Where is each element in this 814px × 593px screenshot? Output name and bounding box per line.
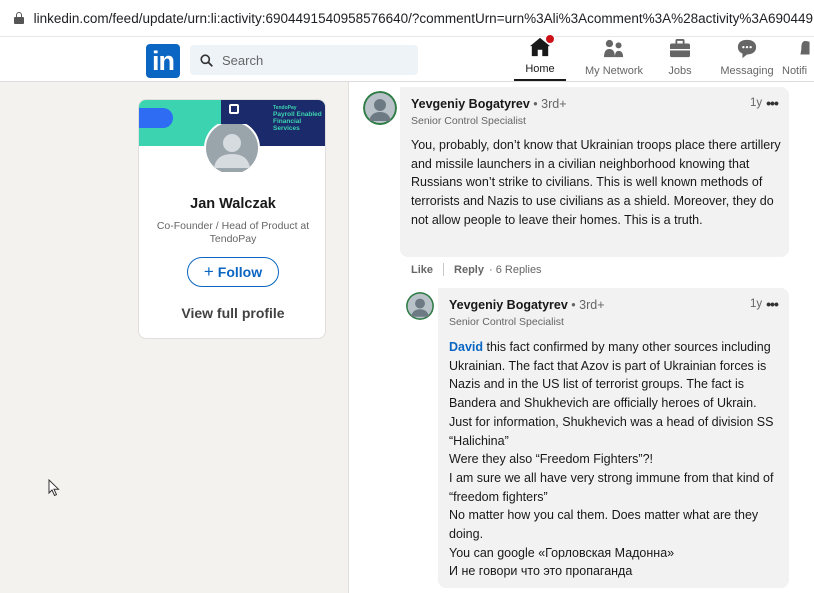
reply-line: Were they also “Freedom Fighters”?!	[449, 452, 654, 467]
comment-time: 1y	[750, 97, 763, 109]
reply-line: I am sure we all have very strong immune…	[449, 470, 774, 504]
search-icon	[200, 53, 213, 67]
nav-messaging[interactable]: Messaging	[716, 39, 778, 81]
profile-avatar[interactable]	[203, 120, 261, 176]
comment-meta: 1y •••	[750, 95, 779, 111]
nav-notifications-label: Notifi	[782, 65, 808, 77]
banner-text: Payroll Enabled Financial Services	[273, 111, 322, 132]
comment-avatar[interactable]	[363, 91, 397, 125]
nav-my-network[interactable]: My Network	[580, 39, 648, 81]
search-input[interactable]	[222, 52, 402, 68]
url-text[interactable]: linkedin.com/feed/update/urn:li:activity…	[34, 11, 814, 26]
reply-paragraph: David this fact confirmed by many other …	[449, 338, 779, 450]
notification-dot	[545, 34, 555, 44]
reply-line: No matter how you cal them. Does matter …	[449, 508, 759, 542]
jobs-icon	[669, 39, 691, 62]
reply-meta: 1y •••	[750, 296, 779, 312]
reply-text: David this fact confirmed by many other …	[449, 338, 779, 581]
comment-time: 1y	[750, 298, 763, 310]
reply-author[interactable]: Yevgeniy Bogatyrev • 3rd+	[449, 298, 605, 312]
banner-square-icon	[229, 104, 239, 114]
author-headline: Senior Control Specialist	[449, 316, 564, 328]
comment-text: You, probably, don’t know that Ukrainian…	[411, 138, 781, 227]
nav-messaging-label: Messaging	[720, 65, 774, 77]
lock-icon	[14, 12, 24, 24]
browser-address-bar[interactable]: linkedin.com/feed/update/urn:li:activity…	[0, 0, 814, 36]
mouse-cursor-icon	[48, 479, 60, 497]
more-options-icon[interactable]: •••	[766, 296, 779, 312]
action-divider	[443, 263, 445, 276]
linkedin-header: in Home My Network Jobs Messaging Notifi	[0, 34, 814, 82]
reply-line: this fact confirmed by many other source…	[449, 340, 774, 448]
author-headline: Senior Control Specialist	[411, 115, 526, 127]
network-icon	[603, 39, 625, 62]
nav-home[interactable]: Home	[514, 34, 566, 81]
messaging-icon	[736, 39, 758, 62]
reply-line: You can google «Горловская Мадонна»	[449, 545, 675, 560]
follow-button[interactable]: + Follow	[187, 257, 279, 287]
more-options-icon[interactable]: •••	[766, 95, 779, 111]
nav-home-label: Home	[525, 63, 555, 75]
nav-jobs-label: Jobs	[668, 65, 692, 77]
replies-count[interactable]: · 6 Replies	[489, 264, 542, 276]
comment-actions: Like Reply · 6 Replies	[411, 263, 542, 276]
comment-author[interactable]: Yevgeniy Bogatyrev • 3rd+	[411, 97, 567, 111]
mention-link[interactable]: David	[449, 340, 483, 354]
search-box[interactable]	[190, 45, 418, 75]
nav-notifications[interactable]: Notifi	[782, 41, 814, 81]
linkedin-logo[interactable]: in	[146, 44, 180, 78]
view-full-profile-link[interactable]: View full profile	[139, 305, 325, 321]
profile-name[interactable]: Jan Walczak	[139, 196, 325, 212]
author-degree: • 3rd+	[571, 298, 605, 312]
reply-line: И не говори что это пропаганда	[449, 564, 633, 579]
profile-card: TendoPay Payroll Enabled Financial Servi…	[138, 99, 326, 339]
author-degree: • 3rd+	[533, 97, 567, 111]
home-icon	[529, 34, 555, 60]
profile-title: Co-Founder / Head of Product at TendoPay	[156, 220, 310, 245]
notifications-icon	[800, 41, 810, 62]
plus-icon: +	[203, 262, 214, 281]
like-button[interactable]: Like	[411, 264, 433, 276]
follow-label: Follow	[217, 264, 263, 280]
reply-avatar[interactable]	[406, 292, 434, 320]
reply-button[interactable]: Reply	[454, 264, 484, 276]
nav-jobs[interactable]: Jobs	[660, 39, 700, 81]
nav-my-network-label: My Network	[584, 65, 644, 77]
